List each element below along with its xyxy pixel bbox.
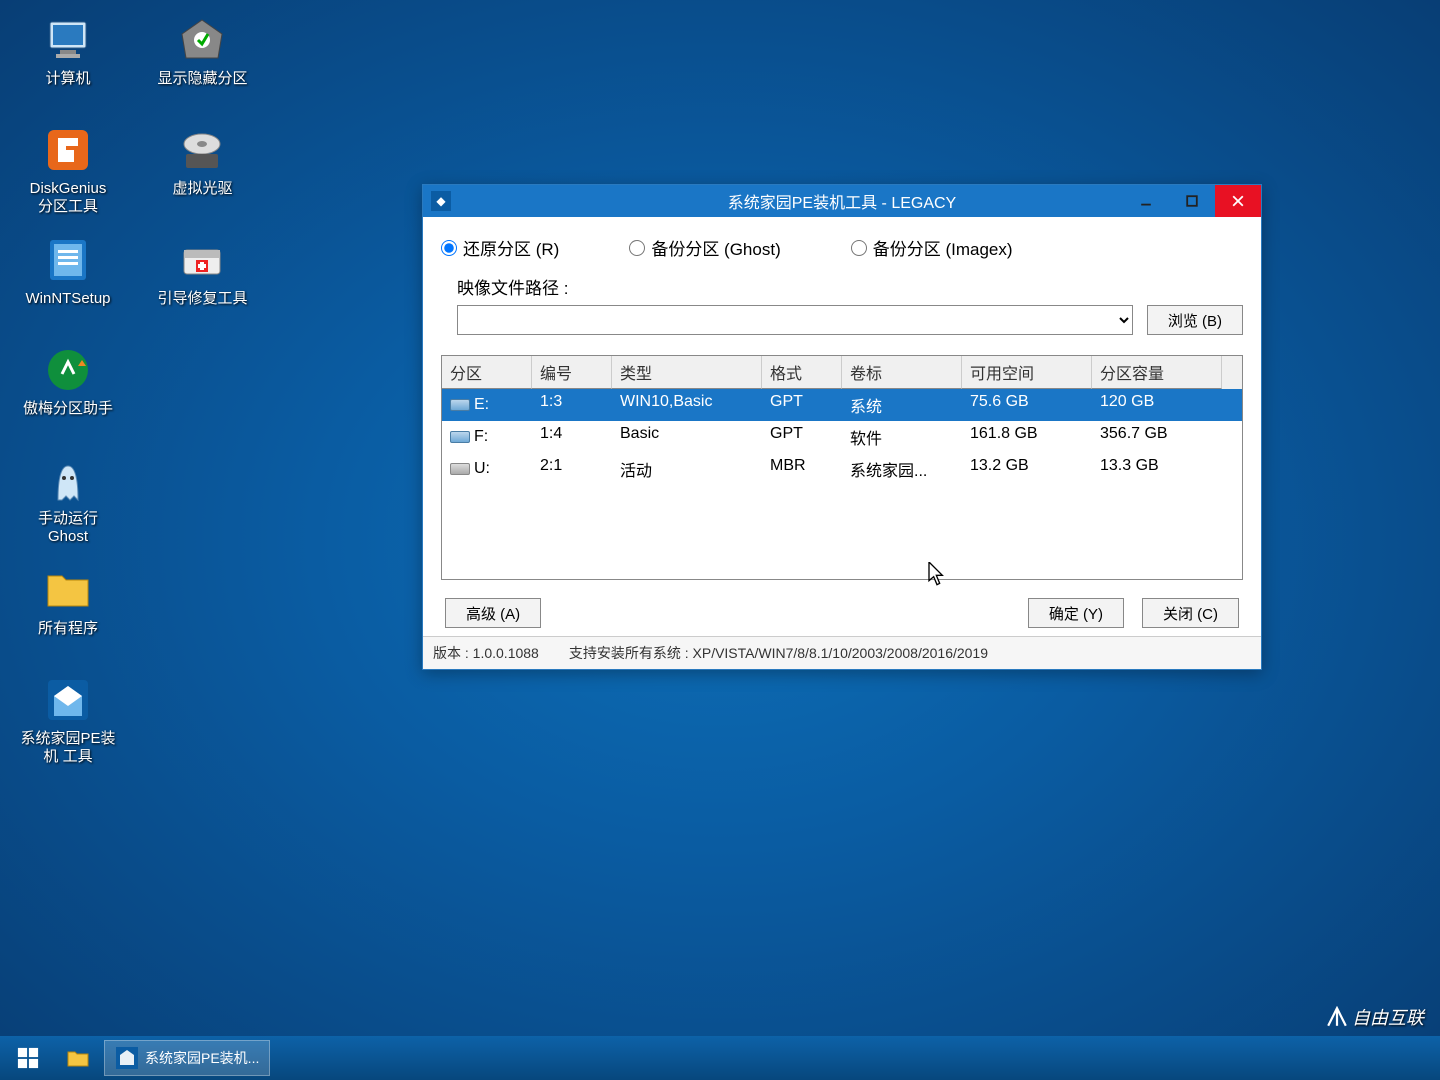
column-header[interactable]: 分区容量 <box>1092 356 1222 389</box>
folder-icon <box>66 1046 90 1070</box>
pe-tool-icon <box>115 1046 139 1070</box>
desktop-icon-label: DiskGenius 分区工具 <box>30 180 107 216</box>
image-path-label: 映像文件路径 : <box>457 274 1243 299</box>
desktop: 计算机 DiskGenius 分区工具 WinNTSetup 傲梅分区助手手动运行 G… <box>0 0 280 786</box>
desktop-icon-label: WinNTSetup <box>25 290 110 308</box>
desktop-icon-virtual-cd[interactable]: 虚拟光驱 <box>142 118 262 228</box>
ghost-icon <box>42 454 94 506</box>
taskbar-explorer[interactable] <box>56 1040 100 1076</box>
browse-button[interactable]: 浏览 (B) <box>1147 305 1243 335</box>
pe-tool-icon <box>42 674 94 726</box>
column-header[interactable]: 格式 <box>762 356 842 389</box>
desktop-icon-winntsetup[interactable]: WinNTSetup <box>8 228 128 338</box>
maximize-button[interactable] <box>1169 185 1215 217</box>
radio-backup-ghost[interactable]: 备份分区 (Ghost) <box>629 235 780 260</box>
image-path-select[interactable] <box>457 305 1133 335</box>
desktop-icon-label: 傲梅分区助手 <box>23 400 113 418</box>
computer-icon <box>42 14 94 66</box>
support-text: 支持安装所有系统 : XP/VISTA/WIN7/8/8.1/10/2003/2… <box>569 643 988 663</box>
drive-icon <box>450 399 470 411</box>
desktop-icon-label: 虚拟光驱 <box>172 180 232 198</box>
boot-repair-icon <box>176 234 228 286</box>
column-header[interactable]: 可用空间 <box>962 356 1092 389</box>
folder-icon <box>42 564 94 616</box>
mode-radio-group: 还原分区 (R) 备份分区 (Ghost) 备份分区 (Imagex) <box>441 235 1243 260</box>
partition-table: 分区编号类型格式卷标可用空间分区容量 E:1:3WIN10,BasicGPT系统… <box>441 355 1243 580</box>
pe-installer-window: ◆ 系统家园PE装机工具 - LEGACY 还原分区 (R) 备份分区 (Gho… <box>422 184 1262 670</box>
advanced-button[interactable]: 高级 (A) <box>445 598 541 628</box>
titlebar[interactable]: ◆ 系统家园PE装机工具 - LEGACY <box>423 185 1261 217</box>
watermark: 自由互联 <box>1326 1004 1424 1030</box>
diskgenius-icon <box>42 124 94 176</box>
desktop-icon-ghost[interactable]: 手动运行 Ghost <box>8 448 128 558</box>
table-row[interactable]: U:2:1活动MBR系统家园...13.2 GB13.3 GB <box>442 453 1242 485</box>
ok-button[interactable]: 确定 (Y) <box>1028 598 1124 628</box>
desktop-icon-label: 所有程序 <box>38 620 98 638</box>
desktop-icon-show-hidden[interactable]: 显示隐藏分区 <box>142 8 262 118</box>
aomei-icon <box>42 344 94 396</box>
desktop-icon-diskgenius[interactable]: DiskGenius 分区工具 <box>8 118 128 228</box>
winntsetup-icon <box>42 234 94 286</box>
desktop-icon-label: 计算机 <box>45 70 90 88</box>
version-text: 版本 : 1.0.0.1088 <box>433 643 539 663</box>
app-icon: ◆ <box>431 191 451 211</box>
radio-backup-imagex[interactable]: 备份分区 (Imagex) <box>851 235 1013 260</box>
column-header[interactable]: 卷标 <box>842 356 962 389</box>
taskbar-app-label: 系统家园PE装机... <box>145 1048 259 1068</box>
table-row[interactable]: E:1:3WIN10,BasicGPT系统75.6 GB120 GB <box>442 389 1242 421</box>
close-button[interactable] <box>1215 185 1261 217</box>
desktop-icon-label: 系统家园PE装 机 工具 <box>20 730 115 766</box>
table-row[interactable]: F:1:4BasicGPT软件161.8 GB356.7 GB <box>442 421 1242 453</box>
desktop-icon-label: 显示隐藏分区 <box>157 70 247 88</box>
desktop-icon-folder[interactable]: 所有程序 <box>8 558 128 668</box>
minimize-button[interactable] <box>1123 185 1169 217</box>
taskbar-app-pe-installer[interactable]: 系统家园PE装机... <box>104 1040 270 1076</box>
desktop-icon-label: 手动运行 Ghost <box>38 510 98 546</box>
desktop-icon-boot-repair[interactable]: 引导修复工具 <box>142 228 262 338</box>
drive-icon <box>450 431 470 443</box>
desktop-icon-computer[interactable]: 计算机 <box>8 8 128 118</box>
desktop-icon-aomei[interactable]: 傲梅分区助手 <box>8 338 128 448</box>
start-button[interactable] <box>4 1036 52 1080</box>
cancel-button[interactable]: 关闭 (C) <box>1142 598 1239 628</box>
desktop-icon-pe-tool[interactable]: 系统家园PE装 机 工具 <box>8 668 128 778</box>
window-title: 系统家园PE装机工具 - LEGACY <box>728 189 956 213</box>
show-hidden-icon <box>176 14 228 66</box>
column-header[interactable]: 分区 <box>442 356 532 389</box>
column-header[interactable]: 编号 <box>532 356 612 389</box>
radio-restore[interactable]: 还原分区 (R) <box>441 235 559 260</box>
taskbar: 系统家园PE装机... <box>0 1036 1440 1080</box>
statusbar: 版本 : 1.0.0.1088 支持安装所有系统 : XP/VISTA/WIN7… <box>423 636 1261 669</box>
partition-table-body[interactable]: E:1:3WIN10,BasicGPT系统75.6 GB120 GBF:1:4B… <box>442 389 1242 579</box>
column-header[interactable]: 类型 <box>612 356 762 389</box>
desktop-icon-label: 引导修复工具 <box>157 290 247 308</box>
virtual-cd-icon <box>176 124 228 176</box>
drive-icon <box>450 463 470 475</box>
